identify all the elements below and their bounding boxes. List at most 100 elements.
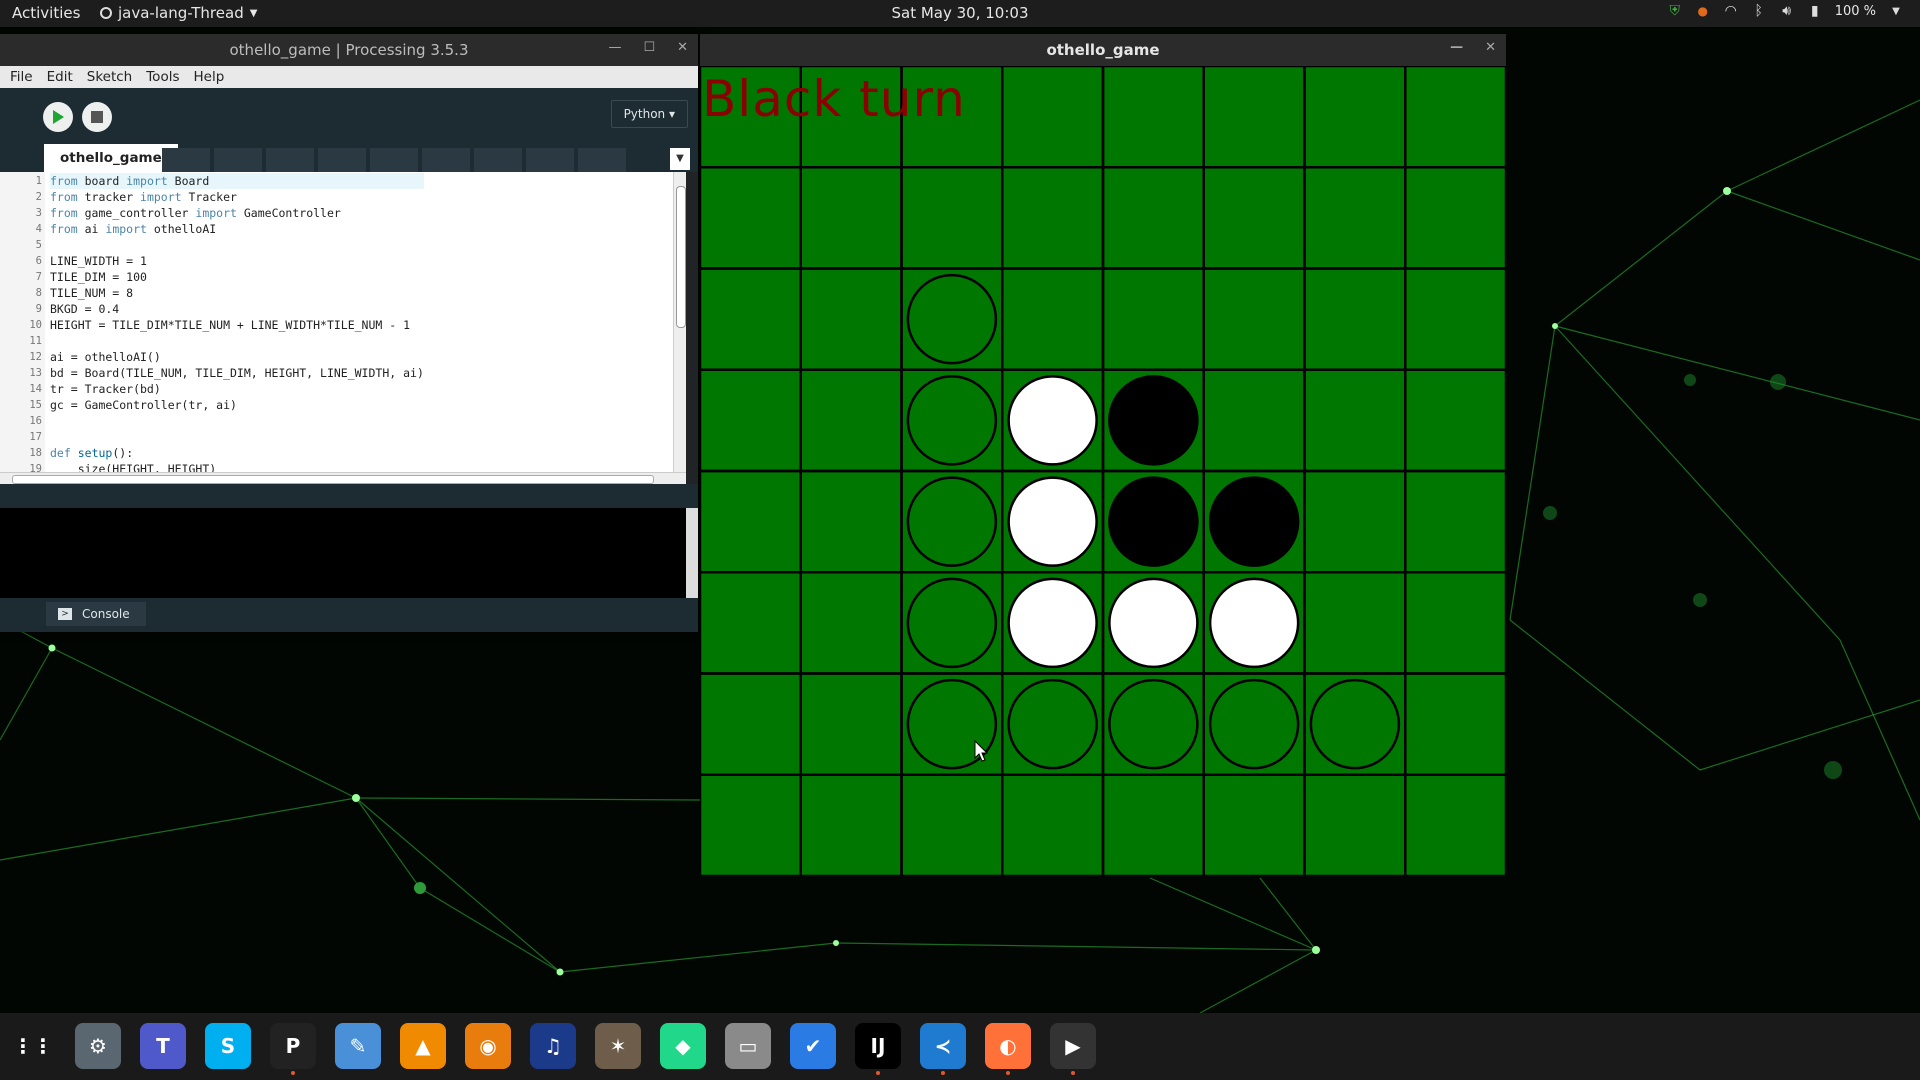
menu-tools[interactable]: Tools (146, 69, 179, 85)
board-cell[interactable] (1303, 469, 1407, 574)
code-line[interactable]: 5 (36, 237, 424, 253)
tab-othello-game[interactable]: othello_game (44, 144, 178, 172)
code-line[interactable]: 10 HEIGHT = TILE_DIM*TILE_NUM + LINE_WIDT… (29, 317, 424, 333)
board-cell[interactable] (1001, 66, 1105, 169)
clock[interactable]: Sat May 30, 10:03 (892, 4, 1029, 22)
board-cell[interactable] (900, 267, 1004, 371)
vlc-icon[interactable]: ▲ (400, 1023, 446, 1069)
board-cell[interactable] (900, 166, 1004, 270)
board-cell[interactable] (1404, 469, 1506, 574)
minimize-icon[interactable]: — (1450, 40, 1463, 55)
settings-icon[interactable]: ⚙ (75, 1023, 121, 1069)
code-editor[interactable]: 1 from board import Board 2 from tracker im… (0, 172, 686, 476)
board-cell[interactable] (1101, 773, 1205, 876)
board-cell[interactable] (799, 469, 903, 574)
code-line[interactable]: 4 from ai import othelloAI (36, 221, 424, 237)
system-tray[interactable]: ⛨ ● ◠ ᛒ 🔊︎ ▮ 100 % ▼ (1667, 3, 1904, 19)
wifi-icon[interactable]: ◠ (1723, 3, 1739, 19)
board-cell[interactable] (700, 469, 802, 574)
menu-edit[interactable]: Edit (47, 69, 73, 85)
board-cell[interactable] (900, 469, 1004, 574)
run-button[interactable] (43, 102, 73, 132)
board-cell[interactable] (1303, 672, 1407, 776)
board-cell[interactable] (1202, 267, 1306, 371)
code-text[interactable]: 1 from board import Board 2 from tracker im… (29, 173, 424, 477)
board-cell[interactable] (1404, 267, 1506, 371)
java-thread-app-icon[interactable]: ▶ (1050, 1023, 1096, 1075)
console-scrollbar[interactable] (686, 508, 698, 598)
board-cell[interactable] (1202, 672, 1306, 776)
game-title-bar[interactable]: othello_game — ✕ (700, 34, 1506, 66)
code-line[interactable]: 17 (29, 429, 424, 445)
code-line[interactable]: 14 tr = Tracker(bd) (29, 381, 424, 397)
tab-menu-button[interactable]: ▼ (670, 148, 690, 170)
app-grid-icon[interactable]: ⋮⋮ (10, 1023, 56, 1069)
firefox-icon[interactable]: ◐ (985, 1023, 1031, 1075)
menu-sketch[interactable]: Sketch (87, 69, 132, 85)
code-line[interactable]: 8 TILE_NUM = 8 (36, 285, 424, 301)
code-line[interactable]: 11 (29, 333, 424, 349)
vscode-icon[interactable]: ≺ (920, 1023, 966, 1075)
code-line[interactable]: 6 LINE_WIDTH = 1 (36, 253, 424, 269)
menu-file[interactable]: File (10, 69, 33, 85)
pycharm-icon[interactable]: ◆ (660, 1023, 706, 1069)
intellij-icon[interactable]: IJ (855, 1023, 901, 1075)
mode-selector[interactable]: Python ▾ (610, 100, 688, 128)
board-cell[interactable] (1202, 166, 1306, 270)
maximize-icon[interactable]: ☐ (643, 40, 655, 55)
skype-icon[interactable]: S (205, 1023, 251, 1069)
code-line[interactable]: 9 BKGD = 0.4 (36, 301, 424, 317)
board-cell[interactable] (700, 571, 802, 675)
code-line[interactable]: 15 gc = GameController(tr, ai) (29, 397, 424, 413)
board-cell[interactable] (1404, 368, 1506, 473)
volume-icon[interactable]: 🔊︎ (1779, 3, 1795, 19)
board-cell[interactable] (900, 571, 1004, 675)
board-cell[interactable] (1404, 672, 1506, 776)
board-cell[interactable] (799, 672, 903, 776)
system-menu-icon[interactable]: ▼ (1888, 3, 1904, 19)
close-icon[interactable]: ✕ (677, 40, 688, 55)
scroll-thumb[interactable] (12, 475, 654, 484)
board-cell[interactable] (1303, 267, 1407, 371)
console-output[interactable] (0, 508, 686, 598)
menu-help[interactable]: Help (194, 69, 225, 85)
gimp-icon[interactable]: ✶ (595, 1023, 641, 1069)
board-cell[interactable] (1101, 267, 1205, 371)
board-cell[interactable] (1404, 571, 1506, 675)
board-cell[interactable] (700, 672, 802, 776)
processing-icon[interactable]: P (270, 1023, 316, 1075)
board-cell[interactable] (1001, 267, 1105, 371)
board-cell[interactable] (1303, 368, 1407, 473)
board-cell[interactable] (1202, 773, 1306, 876)
teams-icon[interactable]: T (140, 1023, 186, 1069)
code-line[interactable]: 3 from game_controller import GameControl… (36, 205, 424, 221)
board-cell[interactable] (700, 773, 802, 876)
app-menu[interactable]: java-lang-Thread ▼ (100, 4, 257, 22)
board-cell[interactable] (1202, 368, 1306, 473)
board-cell[interactable] (1404, 773, 1506, 876)
blender-icon[interactable]: ◉ (465, 1023, 511, 1069)
board-cell[interactable] (1101, 166, 1205, 270)
board-cell[interactable] (700, 267, 802, 371)
tasks-icon[interactable]: ✔ (790, 1023, 836, 1069)
board-cell[interactable] (799, 166, 903, 270)
othello-board[interactable] (700, 66, 1506, 876)
board-cell[interactable] (700, 368, 802, 473)
code-line[interactable]: 12 ai = othelloAI() (29, 349, 424, 365)
code-line[interactable]: 2 from tracker import Tracker (36, 189, 424, 205)
battery-icon[interactable]: ▮ (1807, 3, 1823, 19)
board-cell[interactable] (799, 267, 903, 371)
notification-dot-icon[interactable]: ● (1695, 3, 1711, 19)
board-cell[interactable] (1404, 166, 1506, 270)
code-line[interactable]: 13 bd = Board(TILE_NUM, TILE_DIM, HEIGHT,… (29, 365, 424, 381)
code-line[interactable]: 7 TILE_DIM = 100 (36, 269, 424, 285)
board-cell[interactable] (1001, 773, 1105, 876)
board-cell[interactable] (1001, 672, 1105, 776)
board-cell[interactable] (799, 571, 903, 675)
board-cell[interactable] (900, 368, 1004, 473)
board-cell[interactable] (1303, 166, 1407, 270)
audacity-icon[interactable]: ♫ (530, 1023, 576, 1069)
editor-vertical-scrollbar[interactable] (673, 172, 686, 472)
board-cell[interactable] (1303, 571, 1407, 675)
board-cell[interactable] (900, 773, 1004, 876)
